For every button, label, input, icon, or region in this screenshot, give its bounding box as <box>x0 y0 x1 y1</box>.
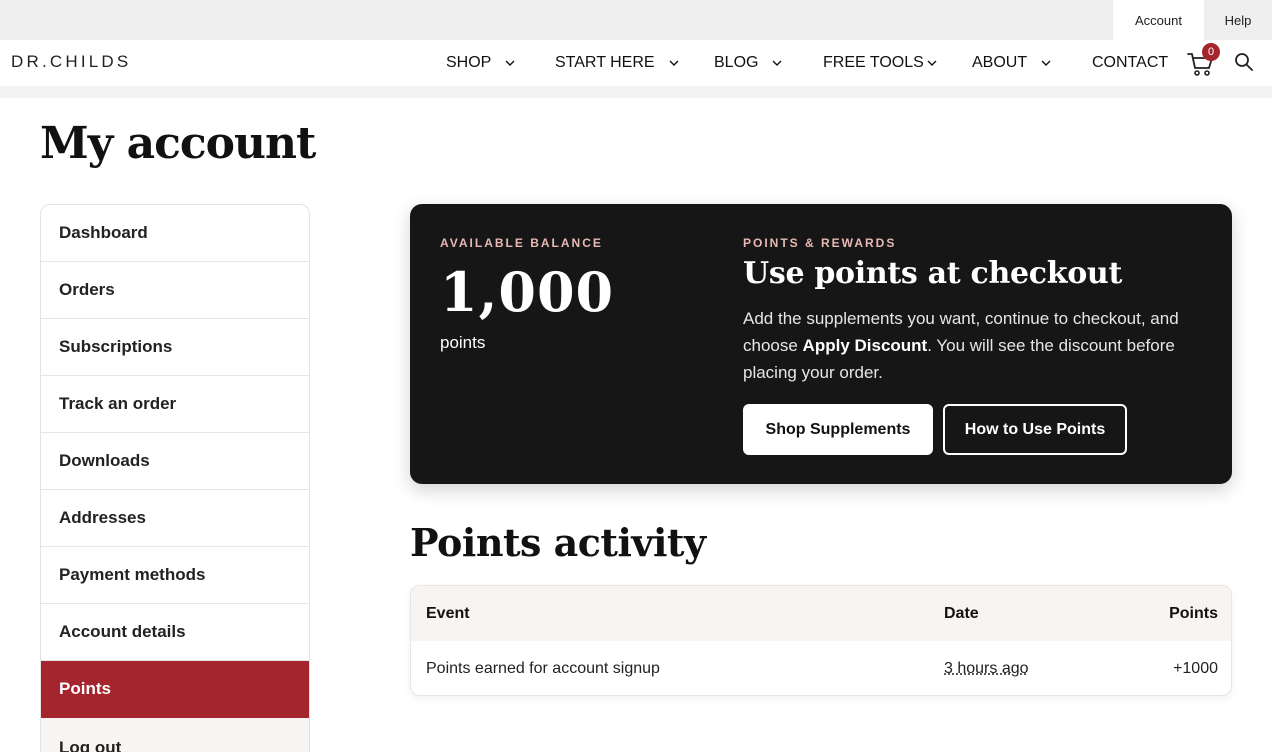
how-to-use-points-button[interactable]: How to Use Points <box>943 404 1127 455</box>
column-header-event: Event <box>426 605 470 623</box>
sidebar-item-dashboard[interactable]: Dashboard <box>41 205 309 262</box>
search-icon <box>1234 52 1254 72</box>
nav-shop-label: SHOP <box>446 54 491 72</box>
rewards-description: Add the supplements you want, continue t… <box>743 305 1193 386</box>
rewards-label: POINTS & REWARDS <box>743 236 896 250</box>
nav-blog-label: BLOG <box>714 54 758 72</box>
sidebar-item-addresses[interactable]: Addresses <box>41 490 309 547</box>
points-balance-card: AVAILABLE BALANCE 1,000 points POINTS & … <box>410 204 1232 484</box>
points-activity-table: Event Date Points Points earned for acco… <box>410 585 1232 696</box>
nav-about[interactable]: ABOUT <box>972 40 1051 86</box>
column-header-date: Date <box>944 605 979 623</box>
header-divider <box>0 86 1272 98</box>
chevron-down-icon <box>669 58 679 68</box>
shop-supplements-button[interactable]: Shop Supplements <box>743 404 933 455</box>
search-button[interactable] <box>1234 52 1254 72</box>
column-header-points: Points <box>1169 605 1218 623</box>
points-cell: +1000 <box>1173 660 1218 678</box>
page-title: My account <box>40 118 315 169</box>
account-sidebar: Dashboard Orders Subscriptions Track an … <box>40 204 310 752</box>
nav-blog[interactable]: BLOG <box>714 40 782 86</box>
sidebar-item-track-order[interactable]: Track an order <box>41 376 309 433</box>
table-row: Points earned for account signup 3 hours… <box>411 641 1232 696</box>
cart-button[interactable]: 0 <box>1186 48 1218 80</box>
chevron-down-icon <box>505 58 515 68</box>
nav-start-here-label: START HERE <box>555 54 655 72</box>
sidebar-item-downloads[interactable]: Downloads <box>41 433 309 490</box>
utility-bar: Account Help <box>0 0 1272 40</box>
sidebar-item-payment-methods[interactable]: Payment methods <box>41 547 309 604</box>
nav-start-here[interactable]: START HERE <box>555 40 679 86</box>
date-cell: 3 hours ago <box>944 660 1029 678</box>
nav-free-tools-label: FREE TOOLS <box>823 54 924 72</box>
nav-contact-label: CONTACT <box>1092 54 1168 72</box>
cart-count-badge: 0 <box>1202 43 1220 61</box>
sidebar-item-points[interactable]: Points <box>41 661 309 718</box>
help-link[interactable]: Help <box>1204 0 1272 40</box>
nav-contact[interactable]: CONTACT <box>1092 40 1168 86</box>
balance-unit: points <box>440 333 485 353</box>
account-link[interactable]: Account <box>1113 0 1204 40</box>
site-header: DR.CHILDS SHOP START HERE BLOG FREE TOOL… <box>0 40 1272 86</box>
table-header: Event Date Points <box>411 586 1232 641</box>
event-cell: Points earned for account signup <box>426 660 660 678</box>
chevron-down-icon <box>1041 58 1051 68</box>
points-activity-title: Points activity <box>410 520 706 565</box>
nav-shop[interactable]: SHOP <box>446 40 515 86</box>
chevron-down-icon <box>772 58 782 68</box>
sidebar-item-account-details[interactable]: Account details <box>41 604 309 661</box>
chevron-down-icon <box>927 58 937 68</box>
sidebar-item-subscriptions[interactable]: Subscriptions <box>41 319 309 376</box>
nav-about-label: ABOUT <box>972 54 1027 72</box>
apply-discount-text: Apply Discount <box>803 336 928 355</box>
logo[interactable]: DR.CHILDS <box>11 52 131 72</box>
rewards-headline: Use points at checkout <box>743 256 1122 291</box>
nav-free-tools[interactable]: FREE TOOLS <box>823 40 937 86</box>
sidebar-item-orders[interactable]: Orders <box>41 262 309 319</box>
balance-label: AVAILABLE BALANCE <box>440 236 603 250</box>
sidebar-item-logout[interactable]: Log out <box>41 718 309 752</box>
balance-value: 1,000 <box>440 260 614 324</box>
